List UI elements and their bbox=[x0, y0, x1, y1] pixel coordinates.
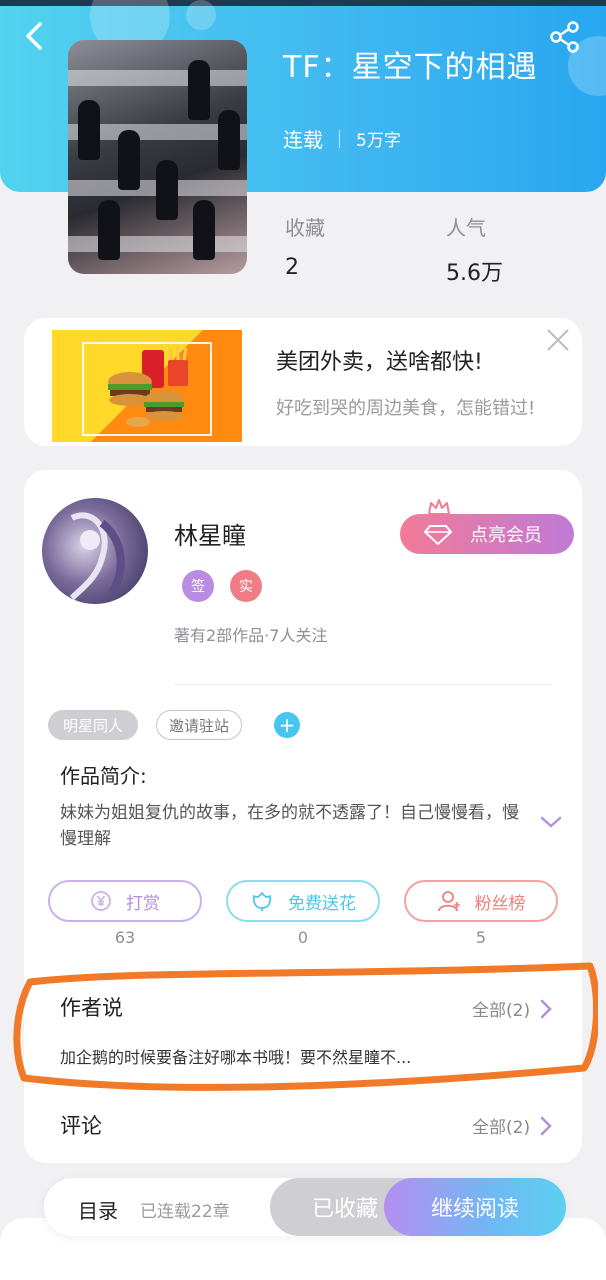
back-arrow-icon bbox=[26, 22, 42, 50]
plus-icon: + bbox=[278, 713, 296, 737]
card-divider bbox=[174, 684, 552, 685]
crown-icon bbox=[428, 499, 450, 515]
book-info-card: 林星瞳 签 实 著有2部作品·7人关注 点亮会员 明星同人 邀请驻站 + 作品简… bbox=[24, 470, 582, 1163]
flower-count: 0 bbox=[297, 928, 309, 947]
back-button[interactable] bbox=[22, 20, 50, 52]
intro-label: 作品简介: bbox=[60, 764, 147, 788]
tip-count: 63 bbox=[114, 928, 136, 947]
book-status-line: 连载 5万字 bbox=[283, 124, 401, 153]
fans-ranking-button[interactable]: 粉丝榜 bbox=[404, 880, 558, 922]
share-icon bbox=[550, 21, 579, 53]
add-tag-button[interactable]: + bbox=[274, 712, 300, 738]
cover-figure bbox=[98, 200, 120, 260]
ad-title: 美团外卖，送啥都快! bbox=[276, 350, 483, 375]
author-says-content[interactable]: 加企鹅的时候要备注好哪本书哦！要不然星瞳不... bbox=[60, 1044, 411, 1068]
signed-badge: 签 bbox=[182, 570, 214, 602]
cover-seat-row bbox=[68, 236, 247, 252]
status-divider bbox=[339, 129, 340, 148]
genre-tag[interactable]: 明星同人 bbox=[48, 710, 138, 740]
burger-food-icon bbox=[108, 346, 188, 427]
cover-figure bbox=[188, 60, 210, 120]
diamond-icon bbox=[424, 525, 452, 545]
fans-count: 5 bbox=[475, 928, 487, 947]
cover-figure bbox=[156, 160, 178, 220]
verified-badge: 实 bbox=[230, 570, 262, 602]
popularity-stat: 人气 5.6万 bbox=[446, 212, 503, 287]
yuan-coin-icon bbox=[91, 891, 111, 911]
vip-membership-button[interactable]: 点亮会员 bbox=[400, 514, 574, 554]
avatar-illustration bbox=[69, 512, 125, 601]
send-flower-label: 免费送花 bbox=[288, 893, 356, 914]
chevron-right-icon bbox=[540, 1116, 552, 1135]
tip-label: 打赏 bbox=[126, 893, 160, 914]
send-flower-button[interactable]: 免费送花 bbox=[226, 880, 380, 922]
comments-title: 评论 bbox=[60, 1114, 102, 1138]
chapter-progress: 已连载22章 bbox=[140, 1202, 230, 1222]
fans-user-icon bbox=[437, 891, 460, 912]
comments-more-link[interactable]: 全部(2) bbox=[472, 1113, 552, 1138]
word-count: 5万字 bbox=[356, 131, 401, 151]
popularity-value: 5.6万 bbox=[446, 261, 503, 286]
author-says-more-link[interactable]: 全部(2) bbox=[472, 996, 552, 1021]
flower-icon bbox=[252, 892, 272, 911]
author-avatar[interactable] bbox=[42, 498, 148, 604]
favorites-label: 收藏 bbox=[285, 216, 325, 240]
ad-banner[interactable]: 美团外卖，送啥都快! 好吃到哭的周边美食，怎能错过! bbox=[24, 318, 582, 446]
cover-figure bbox=[218, 110, 240, 170]
author-works-info: 著有2部作品·7人关注 bbox=[174, 626, 328, 645]
close-icon bbox=[547, 329, 569, 351]
intro-text: 妹妹为姐姐复仇的故事，在多的就不透露了！自己慢慢看，慢慢理解 bbox=[60, 803, 519, 849]
chevron-right-icon bbox=[540, 999, 552, 1018]
favorites-value: 2 bbox=[285, 255, 299, 280]
author-says-more-label: 全部(2) bbox=[472, 1001, 531, 1021]
ad-subtitle: 好吃到哭的周边美食，怎能错过! bbox=[276, 398, 536, 419]
continue-reading-button[interactable]: 继续阅读 bbox=[384, 1178, 566, 1236]
vip-label: 点亮会员 bbox=[470, 525, 542, 546]
ad-close-button[interactable] bbox=[544, 326, 572, 354]
ad-image bbox=[52, 330, 242, 442]
book-cover[interactable] bbox=[68, 40, 247, 274]
invite-station-tag[interactable]: 邀请驻站 bbox=[156, 710, 242, 740]
author-name[interactable]: 林星瞳 bbox=[174, 516, 246, 551]
serial-status: 连载 bbox=[283, 128, 323, 152]
cover-figure bbox=[118, 130, 140, 190]
popularity-label: 人气 bbox=[446, 216, 486, 240]
decor-bubble bbox=[186, 0, 216, 30]
share-button[interactable] bbox=[548, 20, 582, 54]
bottom-action-bar: 目录 已连载22章 已收藏 继续阅读 bbox=[44, 1178, 566, 1236]
favorites-stat: 收藏 2 bbox=[285, 212, 325, 280]
author-says-title: 作者说 bbox=[60, 996, 123, 1020]
tip-button[interactable]: 打赏 bbox=[48, 880, 202, 922]
expand-intro-button[interactable] bbox=[540, 814, 562, 830]
book-title: TF：星空下的相遇 bbox=[283, 50, 538, 85]
fans-ranking-label: 粉丝榜 bbox=[474, 893, 526, 914]
cover-figure bbox=[78, 100, 100, 160]
comments-more-label: 全部(2) bbox=[472, 1118, 531, 1138]
cover-seat-row bbox=[68, 70, 247, 86]
chevron-down-icon bbox=[540, 816, 562, 828]
table-of-contents-button[interactable]: 目录 bbox=[78, 1195, 118, 1224]
cover-figure bbox=[193, 200, 215, 260]
